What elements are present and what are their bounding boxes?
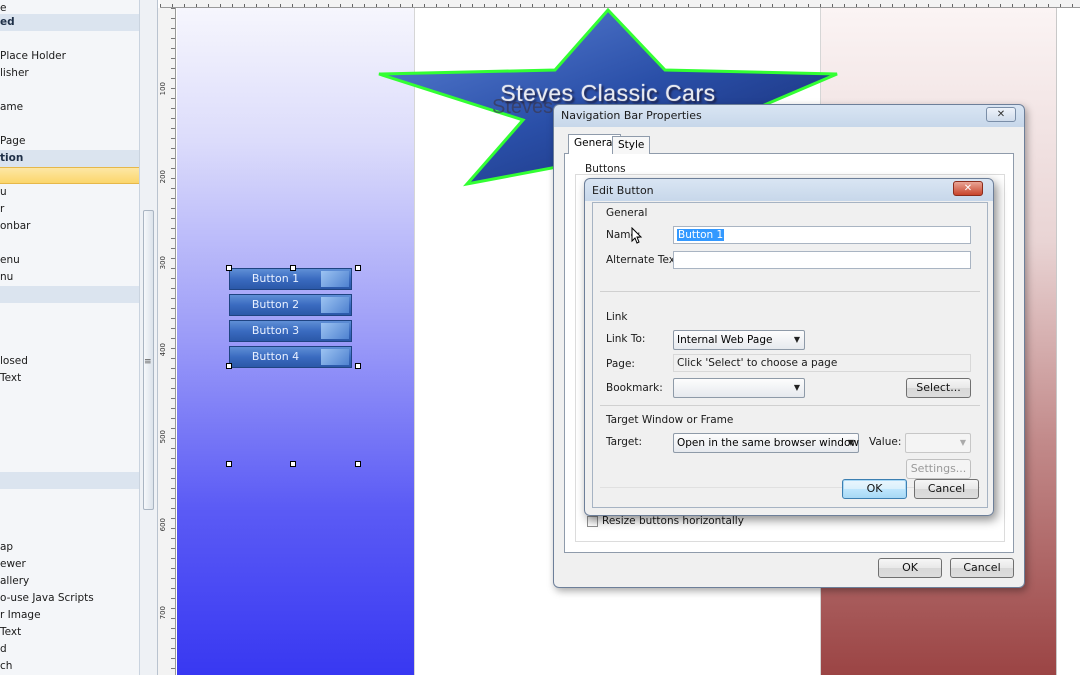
toolbox-group-header[interactable]: ed — [0, 14, 139, 31]
link-to-select[interactable]: Internal Web Page ▼ — [673, 330, 805, 350]
resize-handle[interactable] — [355, 265, 361, 271]
vertical-ruler — [158, 8, 176, 675]
edit-cancel-button[interactable]: Cancel — [914, 479, 979, 499]
close-icon[interactable]: ✕ — [953, 181, 983, 196]
resize-buttons-label: Resize buttons horizontally — [602, 515, 744, 527]
toolbox-item[interactable]: nu — [0, 269, 139, 286]
toolbox-item[interactable]: u — [0, 184, 139, 201]
resize-handle[interactable] — [226, 363, 232, 369]
dialog-title: Edit Button — [592, 184, 654, 197]
dropdown-arrow-icon: ▼ — [847, 438, 854, 447]
name-input[interactable]: Button 1 — [673, 226, 971, 244]
toolbox-item[interactable]: Text — [0, 624, 139, 641]
horizontal-ruler — [160, 0, 1080, 8]
resize-handle[interactable] — [226, 265, 232, 271]
dropdown-arrow-icon: ▼ — [793, 383, 800, 392]
toolbox-item[interactable]: Page — [0, 133, 139, 150]
mouse-pointer-icon — [631, 227, 643, 244]
toolbox-item[interactable]: ch — [0, 658, 139, 675]
toolbox-item[interactable]: allery — [0, 573, 139, 590]
toolbox-item[interactable]: r Image — [0, 607, 139, 624]
toolbox-item[interactable]: ap — [0, 539, 139, 556]
dropdown-arrow-icon: ▼ — [793, 335, 800, 344]
nav-button-4[interactable]: Button 4 — [229, 346, 352, 368]
edit-dialog-body: General Name: Button 1 Alternate Text: L… — [592, 202, 988, 508]
nav-props-cancel-button[interactable]: Cancel — [950, 558, 1014, 578]
ruler-tick-label: 100 — [159, 82, 167, 96]
ruler-tick-label: 300 — [159, 256, 167, 270]
toolbox-item[interactable]: onbar — [0, 218, 139, 235]
page-field: Click 'Select' to choose a page — [673, 354, 971, 372]
value-select: ▼ — [905, 433, 971, 453]
target-label: Target: — [606, 436, 643, 448]
toolbox-scrollbar[interactable]: ≡ — [140, 0, 158, 675]
page-label: Page: — [606, 358, 635, 370]
toolbox-item[interactable]: lisher — [0, 65, 139, 82]
toolbox-panel: e ed Place Holder lisher ame Page tion u r onbar… — [0, 0, 140, 675]
toolbox-item[interactable]: ame — [0, 99, 139, 116]
resize-handle[interactable] — [226, 461, 232, 467]
ruler-tick-label: 500 — [159, 430, 167, 444]
nav-props-ok-button[interactable]: OK — [878, 558, 942, 578]
toolbox-item[interactable] — [0, 167, 139, 184]
toolbox-group-header[interactable]: tion — [0, 150, 139, 167]
toolbox-item[interactable]: o-use Java Scripts — [0, 590, 139, 607]
scrollbar-grip-icon: ≡ — [144, 357, 152, 367]
dropdown-arrow-icon: ▼ — [959, 438, 966, 447]
target-section-header: Target Window or Frame — [606, 414, 734, 426]
link-to-label: Link To: — [606, 333, 646, 345]
toolbox-group-header[interactable] — [0, 472, 139, 489]
nav-button-2[interactable]: Button 2 — [229, 294, 352, 316]
resize-handle[interactable] — [290, 265, 296, 271]
edit-ok-button[interactable]: OK — [842, 479, 907, 499]
toolbox-item[interactable]: enu — [0, 252, 139, 269]
logo-title: Steves Classic Cars — [500, 80, 716, 106]
value-label: Value: — [869, 436, 902, 448]
alternate-text-label: Alternate Text: — [606, 254, 683, 266]
toolbox-group-header[interactable] — [0, 286, 139, 303]
close-icon[interactable]: ✕ — [986, 107, 1016, 122]
toolbox-item[interactable]: r — [0, 201, 139, 218]
nav-button-1[interactable]: Button 1 — [229, 268, 352, 290]
resize-handle[interactable] — [355, 461, 361, 467]
resize-handle[interactable] — [290, 461, 296, 467]
settings-button: Settings... — [906, 459, 971, 479]
toolbox-item[interactable]: Place Holder — [0, 48, 139, 65]
nav-button-3[interactable]: Button 3 — [229, 320, 352, 342]
toolbox-item[interactable] — [0, 235, 139, 252]
toolbox-item[interactable]: ewer — [0, 556, 139, 573]
ruler-tick-label: 400 — [159, 343, 167, 357]
ruler-tick-label: 700 — [159, 606, 167, 620]
divider — [600, 291, 980, 292]
general-section-header: General — [606, 207, 648, 219]
resize-handle[interactable] — [355, 363, 361, 369]
bookmark-label: Bookmark: — [606, 382, 663, 394]
select-page-button[interactable]: Select... — [906, 378, 971, 398]
link-section-header: Link — [606, 311, 628, 323]
alternate-text-input[interactable] — [673, 251, 971, 269]
toolbox-item[interactable]: losed — [0, 353, 139, 370]
edit-button-dialog: Edit Button ✕ General Name: Button 1 Alt… — [584, 178, 994, 516]
divider — [600, 405, 980, 406]
resize-buttons-checkbox[interactable] — [587, 516, 598, 527]
dialog-title: Navigation Bar Properties — [561, 109, 702, 122]
page-margin — [1056, 8, 1080, 675]
tab-style[interactable]: Style — [612, 136, 651, 154]
bookmark-select[interactable]: ▼ — [673, 378, 805, 398]
toolbox-item[interactable]: Text — [0, 370, 139, 387]
ruler-tick-label: 600 — [159, 518, 167, 532]
toolbox-item[interactable]: d — [0, 641, 139, 658]
ruler-tick-label: 200 — [159, 170, 167, 184]
target-select[interactable]: Open in the same browser window ▼ — [673, 433, 859, 453]
